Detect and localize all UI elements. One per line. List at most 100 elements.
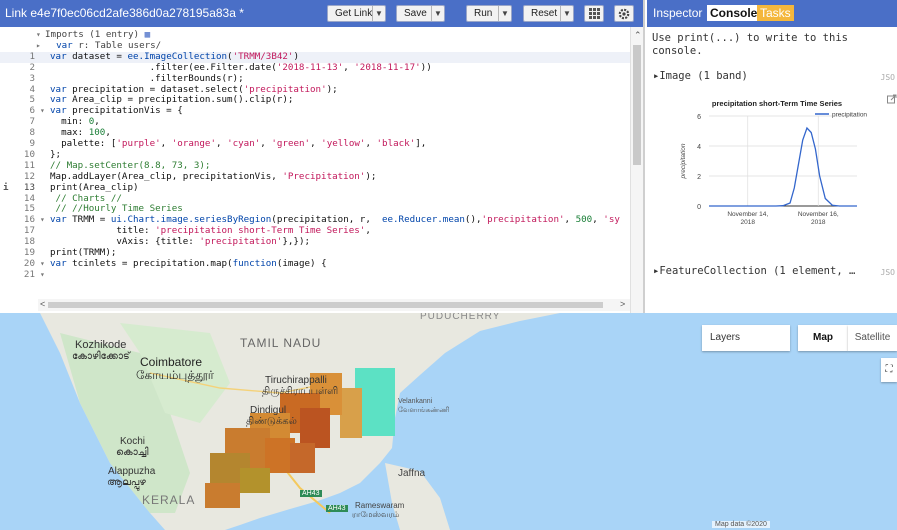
- scroll-right-icon[interactable]: >: [620, 299, 625, 309]
- code-line[interactable]: 12 Map.addLayer(Area_clip, precipitationV…: [0, 170, 630, 183]
- editor-toolbar: Link e4e7f0ec06cd2afe386d0a278195a83a * …: [0, 0, 643, 27]
- map-label-kozhikode-local: കോഴിക്കോട്: [72, 351, 130, 362]
- code-text: palette: ['purple', 'orange', 'cyan', 'g…: [50, 138, 427, 149]
- y-tick-label: 2: [697, 174, 701, 181]
- map-label-kochi-local: കൊച്ചി: [116, 447, 149, 458]
- code-text: Map.addLayer(Area_clip, precipitationVis…: [50, 170, 377, 182]
- fold-toggle-icon[interactable]: ▾: [40, 270, 45, 281]
- save-button[interactable]: Save ▼: [396, 5, 445, 22]
- map-type-satellite-button[interactable]: Satellite: [848, 325, 897, 351]
- map-view[interactable]: TAMIL NADU PUDUCHERRY Kozhikode കോഴിക്കോ…: [0, 313, 897, 530]
- layers-button[interactable]: Layers: [702, 325, 790, 351]
- code-line[interactable]: 2 .filter(ee.Filter.date('2018-11-13', '…: [0, 61, 630, 74]
- fold-toggle-icon[interactable]: ▾: [40, 259, 45, 270]
- highway-shield-ah43: AH43: [300, 490, 322, 497]
- map-type-map-button[interactable]: Map: [798, 325, 848, 351]
- map-label-kozhikode: Kozhikode: [75, 339, 127, 351]
- settings-button[interactable]: [614, 5, 634, 22]
- map-label-tiruchirappalli: Tiruchirappalli: [265, 375, 327, 386]
- y-tick-label: 4: [697, 144, 701, 151]
- panel-tabs: Inspector Console Tasks: [647, 0, 897, 27]
- map-label-kerala: KERALA: [142, 493, 196, 507]
- fold-toggle-icon[interactable]: ▾: [40, 106, 45, 117]
- code-text: var tcinlets = precipitation.map(functio…: [50, 257, 327, 269]
- console-hint: Use print(...) to write to this console.: [652, 32, 848, 57]
- map-label-coimbatore-local: கோயம்புத்தூர்: [136, 368, 215, 382]
- chart-container: precipitation short-Term Time Series 0 2 4 6…: [669, 92, 897, 242]
- run-label: Run: [474, 8, 493, 19]
- json-link[interactable]: JSO: [881, 73, 895, 82]
- open-external-icon[interactable]: [887, 94, 897, 104]
- editor-horizontal-scrollbar[interactable]: [38, 299, 630, 311]
- tab-tasks[interactable]: Tasks: [757, 5, 794, 21]
- x-tick-label: November 14,: [727, 211, 768, 218]
- map-label-rameswaram: Rameswaram: [355, 501, 405, 510]
- get-link-button[interactable]: Get Link ▼: [327, 5, 386, 22]
- series-line: [709, 126, 857, 207]
- fold-toggle-icon[interactable]: ▾: [40, 215, 45, 226]
- run-button[interactable]: Run ▼: [466, 5, 512, 22]
- scrollbar-thumb[interactable]: [48, 302, 603, 308]
- map-label-coimbatore: Coimbatore: [140, 355, 203, 369]
- code-area[interactable]: ▾ Imports (1 entry) ▦ ▸ var r: Table users…: [0, 27, 630, 313]
- map-label-tamilnadu: TAMIL NADU: [240, 336, 322, 350]
- line-number: 21: [23, 268, 35, 280]
- time-series-chart: precipitation short-Term Time Series 0 2 4 6…: [680, 99, 867, 226]
- save-label: Save: [404, 8, 427, 19]
- line-number: 2: [29, 61, 35, 73]
- map-label-velankanni: Velankanni: [398, 398, 433, 405]
- chevron-down-icon[interactable]: ▼: [431, 6, 444, 21]
- highway-shield-ah43-south: AH43: [326, 505, 348, 512]
- fold-toggle-icon[interactable]: ▸: [36, 41, 41, 52]
- code-line[interactable]: 20 ▾ var tcinlets = precipitation.map(func…: [0, 257, 630, 270]
- fold-toggle-icon[interactable]: ▾: [36, 30, 41, 41]
- scroll-up-icon[interactable]: ⌃: [634, 30, 642, 41]
- editor-vertical-scrollbar[interactable]: ⌃: [630, 27, 643, 313]
- map-label-velankanni-local: வேளாங்கண்ணி: [398, 407, 450, 414]
- line-number: 12: [23, 170, 35, 182]
- tab-inspector[interactable]: Inspector: [653, 6, 702, 20]
- x-tick-label: 2018: [741, 219, 756, 226]
- console-panel: Inspector Console Tasks Use print(...) t…: [647, 0, 897, 313]
- scroll-left-icon[interactable]: <: [40, 299, 45, 309]
- fullscreen-button[interactable]: ⛶: [881, 358, 897, 382]
- reset-button[interactable]: Reset ▼: [523, 5, 574, 22]
- x-tick-label: 2018: [811, 219, 826, 226]
- map-label-pondicherry: PUDUCHERRY: [420, 313, 501, 322]
- chevron-down-icon[interactable]: ▼: [560, 6, 573, 21]
- code-text: .filterBounds(r);: [50, 72, 244, 84]
- chart-title: precipitation short-Term Time Series: [712, 99, 842, 108]
- code-line[interactable]: 21 ▾: [0, 268, 630, 281]
- code-editor-panel: Link e4e7f0ec06cd2afe386d0a278195a83a * …: [0, 0, 645, 313]
- map-label-kochi: Kochi: [120, 436, 146, 447]
- map-label-alappuzha-local: ആലപ്പുഴ: [107, 477, 146, 488]
- chevron-down-icon[interactable]: ▼: [498, 6, 511, 21]
- reset-label: Reset: [531, 8, 558, 19]
- scrollbar-thumb[interactable]: [633, 45, 641, 165]
- y-tick-label: 0: [697, 204, 701, 211]
- apps-grid-button[interactable]: [584, 5, 604, 22]
- y-axis-label: precipitation: [680, 143, 687, 179]
- map-label-dindigul-local: திண்டுக்கல்: [246, 416, 297, 427]
- map-label-dindigul: Dindigul: [250, 405, 287, 416]
- map-attribution: Map data ©2020: [712, 521, 770, 528]
- tab-console[interactable]: Console: [707, 5, 761, 21]
- code-text: .filter(ee.Filter.date('2018-11-13', '20…: [50, 61, 432, 73]
- map-label-tiruchirappalli-local: திருச்சிராப்பள்ளி: [262, 386, 339, 397]
- fullscreen-icon: ⛶: [885, 364, 893, 375]
- code-line[interactable]: 9 palette: ['purple', 'orange', 'cyan', …: [0, 138, 630, 150]
- feature-collection-entry[interactable]: ▸FeatureCollection (1 element, …: [653, 265, 855, 277]
- chevron-down-icon[interactable]: ▼: [372, 6, 385, 21]
- grid-icon: [588, 8, 600, 19]
- image-entry[interactable]: ▸Image (1 band): [653, 70, 748, 82]
- x-tick-label: November 16,: [798, 211, 839, 218]
- get-link-label: Get Link: [335, 8, 373, 19]
- info-marker-icon[interactable]: i: [3, 182, 9, 194]
- legend-label: precipitation: [832, 112, 867, 119]
- gear-icon: [618, 8, 630, 20]
- map-label-jaffna: Jaffna: [398, 468, 426, 479]
- map-label-alappuzha: Alappuzha: [108, 466, 156, 477]
- script-title: Link e4e7f0ec06cd2afe386d0a278195a83a *: [5, 6, 244, 20]
- json-link[interactable]: JSO: [881, 268, 895, 277]
- y-tick-label: 6: [697, 114, 701, 121]
